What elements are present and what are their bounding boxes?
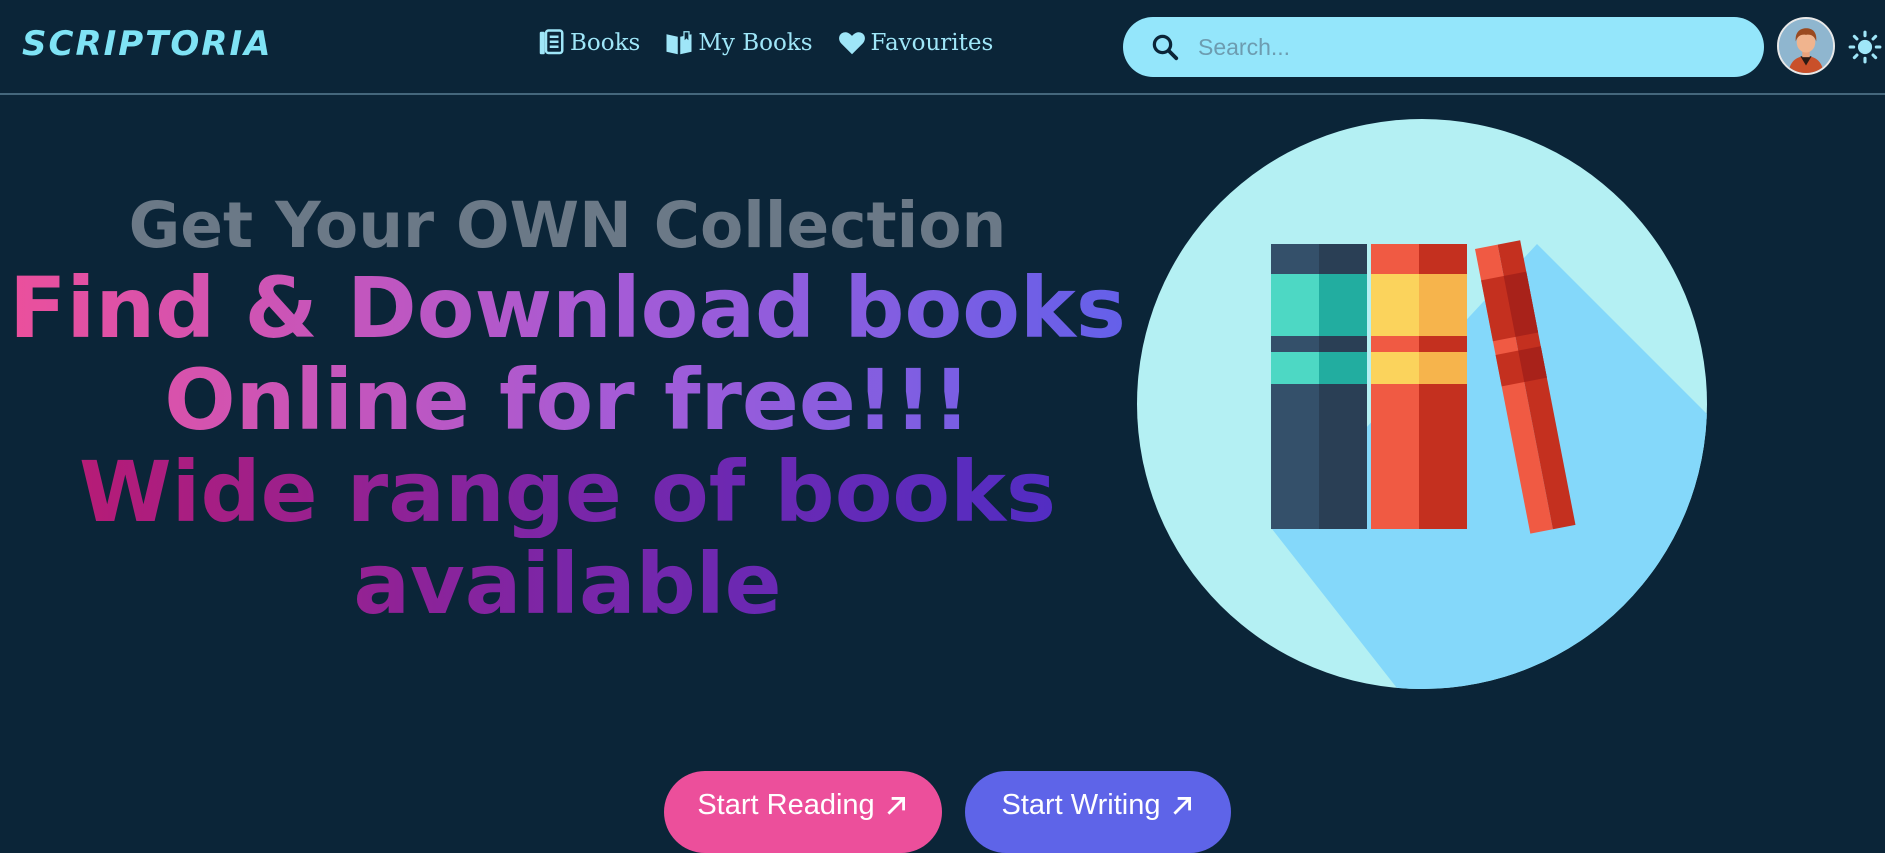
- book-list-icon: [539, 29, 564, 55]
- hero-text: Get Your OWN Collection Find & Download …: [0, 189, 1135, 631]
- hero-subline-line2: available: [0, 538, 1135, 630]
- heart-icon: [838, 32, 865, 55]
- sun-icon[interactable]: [1848, 30, 1882, 64]
- start-reading-button[interactable]: Start Reading: [664, 771, 942, 853]
- search-icon: [1152, 34, 1179, 61]
- open-book-icon: [666, 31, 692, 55]
- arrow-up-right-icon: [1172, 797, 1191, 815]
- nav-item-my-books[interactable]: My Books: [664, 28, 813, 58]
- search-input[interactable]: [1196, 32, 1740, 62]
- hero-subline-line1: Wide range of books: [0, 446, 1135, 538]
- hero-headline-line1: Find & Download books: [0, 262, 1135, 354]
- start-writing-label: Start Writing: [1001, 789, 1161, 821]
- books-illustration: [1137, 119, 1707, 689]
- nav-item-label: My Books: [698, 30, 813, 56]
- user-avatar-icon: [1779, 19, 1833, 73]
- nav-item-favourites[interactable]: Favourites: [837, 28, 994, 58]
- brand-logo[interactable]: SCRIPTORIA: [22, 24, 272, 64]
- hero-headline-line2: Online for free!!!: [0, 354, 1135, 446]
- start-reading-label: Start Reading: [697, 789, 875, 821]
- nav-item-books[interactable]: Books: [536, 28, 640, 58]
- start-writing-button[interactable]: Start Writing: [965, 771, 1231, 853]
- nav-item-label: Favourites: [870, 30, 994, 56]
- nav-links: Books My Books Favourites: [536, 28, 993, 58]
- top-navbar: SCRIPTORIA Books My Books Favourites Sea…: [0, 0, 1885, 95]
- avatar[interactable]: [1777, 17, 1835, 75]
- hero-tagline: Get Your OWN Collection: [128, 189, 1007, 262]
- nav-item-label: Books: [570, 30, 641, 56]
- search-bar: [1123, 17, 1764, 77]
- arrow-up-right-icon: [887, 797, 905, 815]
